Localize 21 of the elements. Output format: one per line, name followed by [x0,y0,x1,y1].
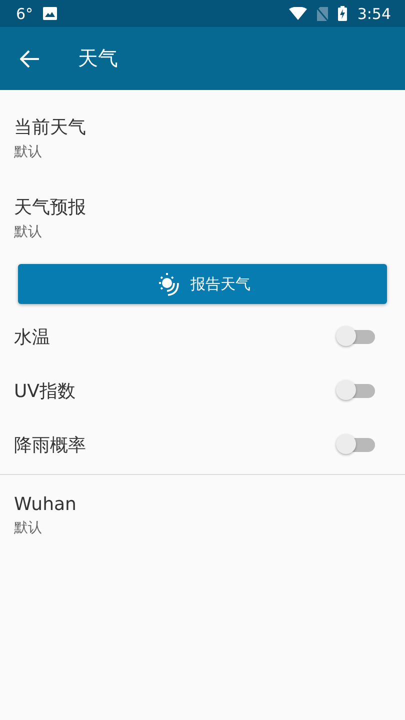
report-weather-button[interactable]: 报告天气 [18,264,387,304]
no-sim-icon [317,6,328,20]
image-icon [43,7,58,20]
setting-item[interactable]: 当前天气 默认 [0,98,405,178]
setting-title: 天气预报 [14,196,87,219]
toggle-label: 降雨概率 [14,434,86,457]
location-item[interactable]: Wuhan 默认 [0,475,405,555]
setting-title: 当前天气 [14,116,87,139]
temperature-text: 6° [16,4,34,22]
setting-summary: 默认 [14,143,43,161]
battery-charging-icon [338,6,348,21]
clock-text: 3:54 [357,4,391,22]
wifi-icon [289,7,308,20]
toggle-label: 水温 [14,326,50,349]
setting-item[interactable]: 天气预报 默认 [0,178,405,258]
setting-summary: 默认 [14,223,43,241]
back-button[interactable] [20,50,40,68]
location-title: Wuhan [14,494,78,514]
toggle-label: UV指数 [14,380,76,403]
screen-title: 天气 [78,45,118,72]
location-summary: 默认 [14,518,43,536]
